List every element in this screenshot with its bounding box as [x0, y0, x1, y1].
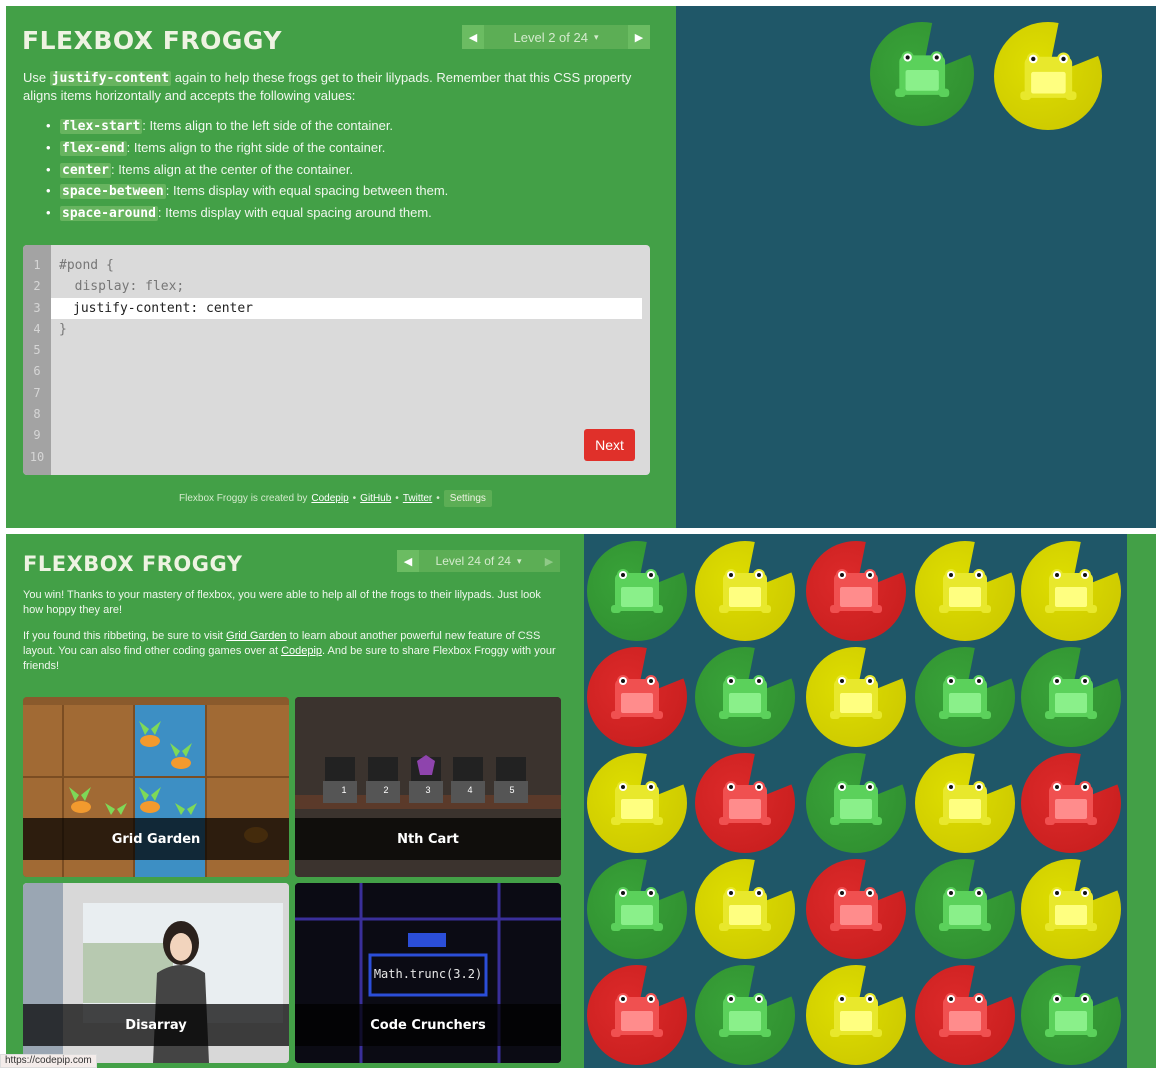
frog-icon — [1045, 569, 1097, 613]
codepip-link[interactable]: Codepip — [281, 645, 322, 657]
level-selector[interactable]: ◀ Level 2 of 24 ▾ ▶ — [462, 25, 650, 49]
app-logo: FLEXBOX FROGGY — [23, 552, 243, 576]
line-number-gutter: 1 2 3 4 5 6 7 8 9 10 — [23, 245, 51, 475]
frog-icon — [830, 781, 882, 825]
level-label: Level 24 of 24 — [435, 554, 511, 568]
level-label: Level 2 of 24 — [513, 29, 588, 45]
settings-button[interactable]: Settings — [443, 490, 492, 507]
frog-icon — [719, 887, 771, 931]
next-level-icon[interactable]: ▶ — [628, 25, 650, 49]
frog-icon — [939, 993, 991, 1037]
next-button[interactable]: Next — [584, 429, 635, 461]
card-title: Disarray — [23, 1004, 289, 1046]
frog-icon — [1045, 781, 1097, 825]
frog-icon — [939, 675, 991, 719]
frog-icon — [939, 887, 991, 931]
disarray-card[interactable]: Disarray — [23, 883, 289, 1063]
list-item: space-around: Items display with equal s… — [46, 203, 448, 225]
property-values-list: flex-start: Items align to the left side… — [46, 116, 448, 225]
frog-icon — [611, 675, 663, 719]
instruction-code: justify-content — [49, 71, 172, 86]
code-snippet: Math.trunc(3.2) — [373, 967, 483, 981]
caret-down-icon: ▾ — [516, 555, 522, 566]
level-selector[interactable]: ◀ Level 24 of 24 ▾ ▶ — [397, 550, 560, 572]
grid-garden-link[interactable]: Grid Garden — [226, 630, 287, 642]
card-title: Code Crunchers — [295, 1004, 561, 1046]
level-dropdown[interactable]: Level 2 of 24 ▾ — [484, 25, 628, 49]
prev-level-icon[interactable]: ◀ — [462, 25, 484, 49]
code-input[interactable]: justify-content: center — [51, 297, 642, 319]
css-editor: 1 2 3 4 5 6 7 8 9 10 #pond { display: flex; justi… — [23, 245, 650, 475]
codepip-link[interactable]: Codepip — [311, 493, 348, 504]
frog-icon — [611, 993, 663, 1037]
card-title: Nth Cart — [295, 818, 561, 860]
promo-text: If you found this ribbeting, be sure to … — [23, 630, 556, 672]
grid-garden-card[interactable]: Grid Garden — [23, 697, 289, 877]
list-item: flex-end: Items align to the right side … — [46, 138, 448, 160]
footer: Flexbox Froggy is created by Codepip • Gi… — [179, 490, 492, 507]
list-item: center: Items align at the center of the… — [46, 160, 448, 182]
caret-down-icon: ▾ — [593, 31, 599, 42]
nth-cart-card[interactable]: 12345 Nth Cart — [295, 697, 561, 877]
pond-top — [676, 6, 1156, 528]
bottom-instructions-panel: FLEXBOX FROGGY ◀ Level 24 of 24 ▾ ▶ You w… — [6, 534, 584, 1068]
frog-icon — [611, 887, 663, 931]
app-logo: FLEXBOX FROGGY — [22, 26, 282, 55]
frog-icon — [830, 675, 882, 719]
code-line: } — [59, 321, 67, 337]
cart-numbers: 12345 — [341, 785, 515, 795]
frog-icon — [939, 781, 991, 825]
instructions-text: Use justify-content again to help these … — [23, 70, 632, 103]
code-lines: #pond { display: flex; justify-content: … — [51, 255, 642, 340]
twitter-link[interactable]: Twitter — [403, 493, 432, 504]
frog-icon — [719, 993, 771, 1037]
level-dropdown[interactable]: Level 24 of 24 ▾ — [419, 550, 538, 572]
frog-icon — [719, 675, 771, 719]
frog-icon — [830, 993, 882, 1037]
right-edge-strip — [1127, 534, 1156, 1068]
frog-icon — [611, 781, 663, 825]
code-line: display: flex; — [59, 279, 185, 295]
frog-icon — [719, 781, 771, 825]
next-level-icon: ▶ — [538, 550, 560, 572]
frog-icon — [1019, 52, 1077, 100]
code-line: #pond { — [59, 258, 114, 273]
frog-icon — [719, 569, 771, 613]
list-item: space-between: Items display with equal … — [46, 181, 448, 203]
code-crunchers-card[interactable]: Math.trunc(3.2) Code Crunchers — [295, 883, 561, 1063]
prev-level-icon[interactable]: ◀ — [397, 550, 419, 572]
frog-icon — [1045, 887, 1097, 931]
frog-icon — [1045, 993, 1097, 1037]
frog-icon — [939, 569, 991, 613]
github-link[interactable]: GitHub — [360, 493, 391, 504]
top-instructions-panel: FLEXBOX FROGGY ◀ Level 2 of 24 ▾ ▶ Use ju… — [6, 6, 676, 528]
win-text: You win! Thanks to your mastery of flexb… — [23, 589, 541, 616]
frog-icon — [611, 569, 663, 613]
pond-bottom — [584, 534, 1127, 1068]
frog-icon — [830, 569, 882, 613]
frog-icon — [830, 887, 882, 931]
card-title: Grid Garden — [23, 818, 289, 860]
frog-icon — [1045, 675, 1097, 719]
frog-icon — [894, 51, 950, 97]
status-bar-url: https://codepip.com — [0, 1054, 97, 1068]
list-item: flex-start: Items align to the left side… — [46, 116, 448, 138]
